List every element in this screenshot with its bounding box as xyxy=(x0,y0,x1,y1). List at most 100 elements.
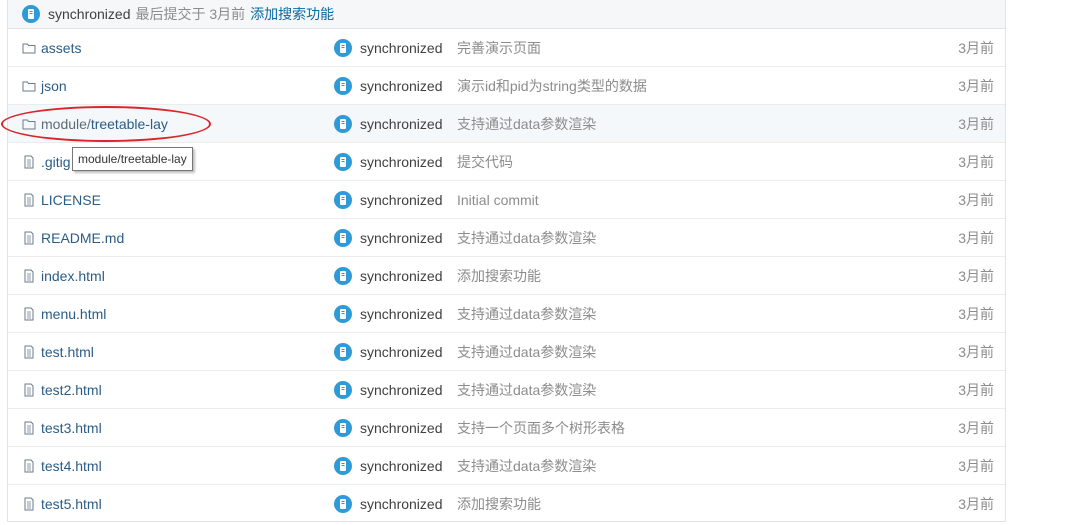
file-name-link[interactable]: README.md xyxy=(41,230,124,246)
commit-time: 3月前 xyxy=(958,457,994,474)
commit-message-link[interactable]: 添加搜索功能 xyxy=(457,485,541,522)
table-row[interactable]: test5.html synchronized 添加搜索功能 3月前 xyxy=(8,485,1005,523)
commit-time: 3月前 xyxy=(958,229,994,246)
file-icon xyxy=(22,497,41,511)
avatar[interactable] xyxy=(334,228,352,247)
author-name-link[interactable]: synchronized xyxy=(360,192,443,208)
file-name-link[interactable]: menu.html xyxy=(41,306,106,322)
commit-message-link[interactable]: 支持通过data参数渲染 xyxy=(457,295,596,332)
commit-author-cell: synchronized xyxy=(334,219,443,256)
table-row[interactable]: assets synchronized 完善演示页面 3月前 xyxy=(8,29,1005,67)
file-name-cell: test3.html xyxy=(22,409,102,446)
author-name-link[interactable]: synchronized xyxy=(360,40,443,56)
file-icon xyxy=(22,155,41,169)
commit-message-link[interactable]: 添加搜索功能 xyxy=(250,4,334,24)
file-name-link[interactable]: test3.html xyxy=(41,420,102,436)
author-name-link[interactable]: synchronized xyxy=(360,344,443,360)
avatar[interactable] xyxy=(334,494,352,513)
folder-icon xyxy=(22,79,41,93)
table-row[interactable]: json synchronized 演示id和pid为string类型的数据 3… xyxy=(8,67,1005,105)
file-icon xyxy=(22,459,41,473)
avatar[interactable] xyxy=(334,380,352,399)
commit-message-link[interactable]: 支持通过data参数渲染 xyxy=(457,105,596,142)
file-name-link[interactable]: json xyxy=(41,78,67,94)
commit-message-link[interactable]: 支持通过data参数渲染 xyxy=(457,371,596,408)
author-name-link[interactable]: synchronized xyxy=(360,230,443,246)
file-icon xyxy=(22,345,41,359)
author-name-link[interactable]: synchronized xyxy=(360,78,443,94)
commit-author-cell: synchronized xyxy=(334,409,443,446)
avatar[interactable] xyxy=(334,76,352,95)
avatar[interactable] xyxy=(22,5,40,23)
commit-message-link[interactable]: 支持一个页面多个树形表格 xyxy=(457,409,625,446)
table-row[interactable]: module/ treetable-lay synchronized 支持通过d… xyxy=(8,105,1005,143)
file-name-link[interactable]: test2.html xyxy=(41,382,102,398)
commit-message-link[interactable]: 提交代码 xyxy=(457,143,513,180)
table-row[interactable]: test.html synchronized 支持通过data参数渲染 3月前 xyxy=(8,333,1005,371)
author-name-link[interactable]: synchronized xyxy=(360,420,443,436)
file-name-cell: test5.html xyxy=(22,485,102,522)
commit-time: 3月前 xyxy=(958,343,994,360)
commit-message-link[interactable]: 支持通过data参数渲染 xyxy=(457,333,596,370)
avatar[interactable] xyxy=(334,152,352,171)
table-row[interactable]: LICENSE synchronized Initial commit 3月前 xyxy=(8,181,1005,219)
avatar[interactable] xyxy=(334,38,352,57)
commit-author-cell: synchronized xyxy=(334,333,443,370)
commit-message-link[interactable]: 支持通过data参数渲染 xyxy=(457,447,596,484)
author-name-link[interactable]: synchronized xyxy=(360,154,443,170)
avatar[interactable] xyxy=(334,190,352,209)
folder-icon xyxy=(22,41,41,55)
avatar[interactable] xyxy=(334,266,352,285)
folder-icon xyxy=(22,117,41,131)
table-row[interactable]: index.html synchronized 添加搜索功能 3月前 xyxy=(8,257,1005,295)
file-name-cell: json xyxy=(22,67,67,104)
table-row[interactable]: test2.html synchronized 支持通过data参数渲染 3月前 xyxy=(8,371,1005,409)
commit-author-cell: synchronized xyxy=(334,447,443,484)
commit-author-cell: synchronized xyxy=(334,257,443,294)
commit-time: 3月前 xyxy=(958,267,994,284)
table-row[interactable]: test3.html synchronized 支持一个页面多个树形表格 3月前 xyxy=(8,409,1005,447)
file-name-link[interactable]: index.html xyxy=(41,268,105,284)
commit-meta: 最后提交于 3月前 xyxy=(135,6,246,22)
author-name-link[interactable]: synchronized xyxy=(360,496,443,512)
commit-time: 3月前 xyxy=(958,191,994,208)
commit-message-link[interactable]: 演示id和pid为string类型的数据 xyxy=(457,67,647,104)
commit-message-link[interactable]: Initial commit xyxy=(457,181,539,218)
author-name-link[interactable]: synchronized xyxy=(360,458,443,474)
file-name-link[interactable]: test4.html xyxy=(41,458,102,474)
tooltip: module/treetable-lay xyxy=(72,147,193,171)
commit-author-cell: synchronized xyxy=(334,29,443,66)
table-row[interactable]: test4.html synchronized 支持通过data参数渲染 3月前 xyxy=(8,447,1005,485)
file-name-link[interactable]: .gitig xyxy=(41,154,71,170)
commit-message-link[interactable]: 支持通过data参数渲染 xyxy=(457,219,596,256)
avatar[interactable] xyxy=(334,114,352,133)
file-name-link[interactable]: assets xyxy=(41,40,81,56)
avatar[interactable] xyxy=(334,418,352,437)
file-name-cell: index.html xyxy=(22,257,105,294)
author-name-link[interactable]: synchronized xyxy=(360,268,443,284)
author-name-link[interactable]: synchronized xyxy=(360,116,443,132)
file-name-link[interactable]: test5.html xyxy=(41,496,102,512)
table-row[interactable]: menu.html synchronized 支持通过data参数渲染 3月前 xyxy=(8,295,1005,333)
commit-author-cell: synchronized xyxy=(334,295,443,332)
commit-author-cell: synchronized xyxy=(334,485,443,522)
avatar[interactable] xyxy=(334,342,352,361)
file-name-cell: test.html xyxy=(22,333,94,370)
file-icon xyxy=(22,193,41,207)
author-name-link[interactable]: synchronized xyxy=(360,382,443,398)
file-name-link[interactable]: test.html xyxy=(41,344,94,360)
file-name-link[interactable]: LICENSE xyxy=(41,192,101,208)
table-row[interactable]: README.md synchronized 支持通过data参数渲染 3月前 xyxy=(8,219,1005,257)
file-icon xyxy=(22,231,41,245)
file-name-cell: LICENSE xyxy=(22,181,101,218)
file-name-cell: test4.html xyxy=(22,447,102,484)
file-path-prefix[interactable]: module/ xyxy=(41,116,91,132)
commit-time: 3月前 xyxy=(958,39,994,56)
author-name-link[interactable]: synchronized xyxy=(360,306,443,322)
commit-author[interactable]: synchronized xyxy=(48,6,131,22)
commit-message-link[interactable]: 添加搜索功能 xyxy=(457,257,541,294)
file-name-link[interactable]: treetable-lay xyxy=(91,116,168,132)
avatar[interactable] xyxy=(334,456,352,475)
avatar[interactable] xyxy=(334,304,352,323)
commit-message-link[interactable]: 完善演示页面 xyxy=(457,29,541,66)
